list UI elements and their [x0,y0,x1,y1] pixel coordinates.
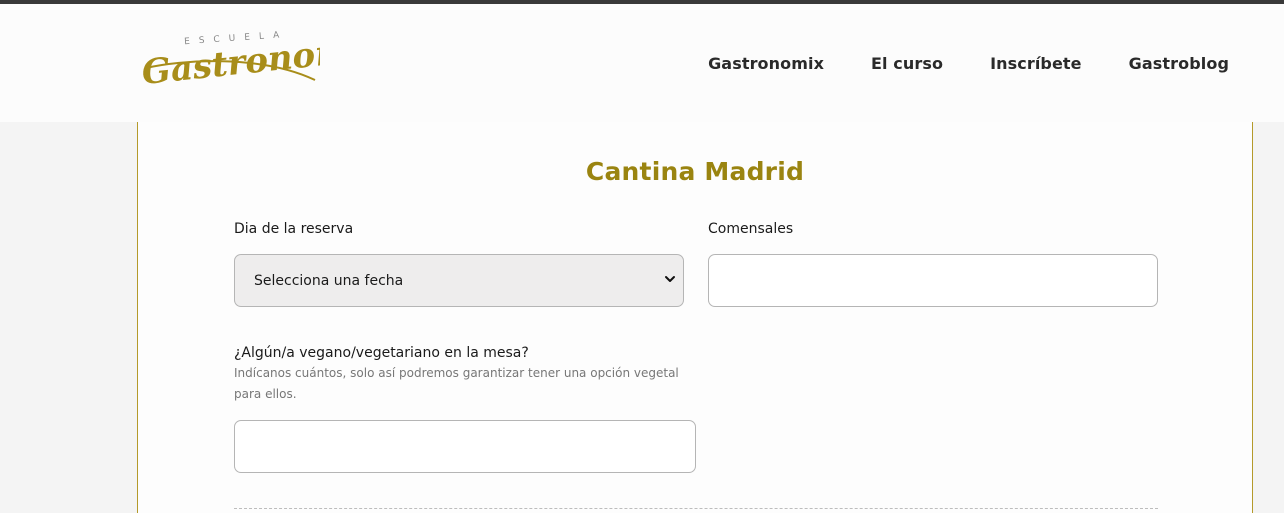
nav-inscribete[interactable]: Inscríbete [990,54,1082,73]
chevron-down-icon [665,276,675,282]
vegan-field-label: ¿Algún/a vegano/vegetariano en la mesa? [234,345,529,361]
site-header: ESCUELA Gastronomía Gastronomix El curso… [0,4,1284,122]
guests-input[interactable] [708,254,1158,307]
date-select[interactable]: Selecciona una fecha [234,254,684,307]
logo[interactable]: ESCUELA Gastronomía [140,24,388,106]
vegan-field-help: Indícanos cuántos, solo así podremos gar… [234,366,679,401]
section-divider [234,508,1158,509]
nav-gastroblog[interactable]: Gastroblog [1129,54,1229,73]
reservation-form-card: Cantina Madrid Dia de la reserva Selecci… [137,122,1253,513]
logo-graphic: ESCUELA Gastronomía [140,28,388,93]
nav-el-curso[interactable]: El curso [871,54,943,73]
nav-gastronomix[interactable]: Gastronomix [708,54,824,73]
date-select-value: Selecciona una fecha [254,272,404,289]
main-nav: Gastronomix El curso Inscríbete Gastrobl… [708,54,1229,73]
vegan-count-input[interactable] [234,420,696,473]
date-field-label: Dia de la reserva [234,221,354,237]
guests-field-label: Comensales [708,221,794,237]
form-title: Cantina Madrid [585,157,805,186]
